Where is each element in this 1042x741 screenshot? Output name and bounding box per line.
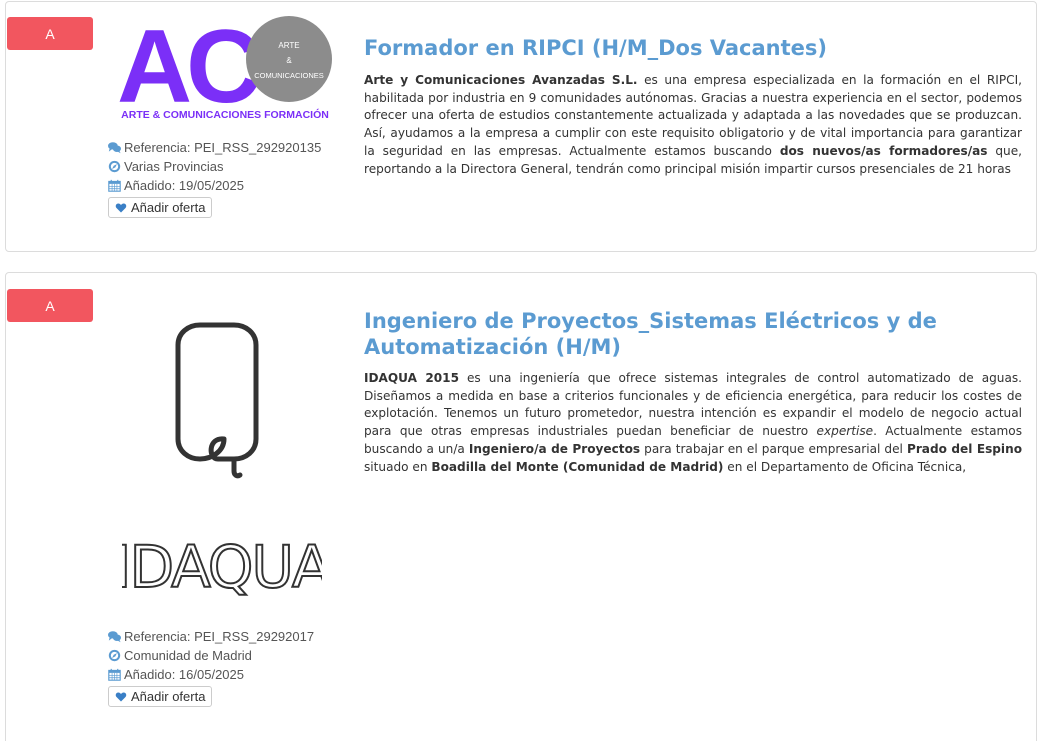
offer-title[interactable]: Ingeniero de Proyectos_Sistemas Eléctric… xyxy=(364,308,1024,360)
company-logo[interactable]: AC ARTE & COMUNICACIONES ARTE & COMUNICA… xyxy=(115,9,337,125)
offer-location: Varias Provincias xyxy=(124,159,224,174)
logo-circle-line-1: ARTE xyxy=(278,41,299,50)
offer-title[interactable]: Formador en RIPCI (H/M_Dos Vacantes) xyxy=(364,35,1024,61)
description-segment: IDAQUA 2015 xyxy=(364,371,459,385)
description-segment: Boadilla del Monte (Comunidad de Madrid) xyxy=(431,459,724,474)
comments-icon xyxy=(108,631,121,643)
offer-date: Añadido: 16/05/2025 xyxy=(124,667,244,682)
description-segment: Arte y Comunicaciones Avanzadas S.L. xyxy=(364,73,638,87)
calendar-icon xyxy=(108,179,121,192)
add-offer-label: Añadir oferta xyxy=(131,200,206,215)
offer-reference: Referencia: PEI_RSS_29292017 xyxy=(124,629,315,644)
heart-icon xyxy=(115,203,127,212)
offer-description: Arte y Comunicaciones Avanzadas S.L. es … xyxy=(364,72,1022,178)
logo-circle-line-3: COMUNICACIONES xyxy=(254,71,324,80)
add-offer-button[interactable]: Añadir oferta xyxy=(108,197,213,218)
offer-description: IDAQUA 2015 es una ingeniería que ofrece… xyxy=(364,370,1022,476)
offer-reference: Referencia: PEI_RSS_292920135 xyxy=(124,140,322,155)
offer-meta: Referencia: PEI_RSS_292920135 Varias Pro… xyxy=(108,138,321,218)
calendar-icon xyxy=(108,668,121,681)
comments-icon xyxy=(108,142,121,154)
description-segment: en el Departamento de Oficina Técnica, xyxy=(723,459,967,474)
description-segment: para trabajar en el parque empresarial d… xyxy=(640,441,907,456)
offer-badge: A xyxy=(7,17,93,50)
job-offer-card: A IDAQUA Referencia: PEI_RSS_29292017 Co… xyxy=(5,272,1037,741)
logo-tagline: ARTE & COMUNICACIONES FORMACIÓN xyxy=(121,108,329,121)
offer-meta: Referencia: PEI_RSS_29292017 Comunidad d… xyxy=(108,627,314,707)
company-logo[interactable]: IDAQUA xyxy=(113,319,335,602)
logo-circle-line-2: & xyxy=(286,56,292,65)
offer-badge: A xyxy=(7,289,93,322)
offer-date: Añadido: 19/05/2025 xyxy=(124,178,244,193)
description-segment: Ingeniero/a de Proyectos xyxy=(468,441,641,456)
description-segment: dos nuevos/as formadores/as xyxy=(779,143,988,158)
compass-icon xyxy=(108,649,121,662)
logo-wordmark: IDAQUA xyxy=(122,533,322,597)
add-offer-label: Añadir oferta xyxy=(131,689,206,704)
description-segment: Prado del Espino xyxy=(906,441,1022,456)
add-offer-button[interactable]: Añadir oferta xyxy=(108,686,213,707)
compass-icon xyxy=(108,160,121,173)
offer-location: Comunidad de Madrid xyxy=(124,648,252,663)
description-segment: situado en xyxy=(364,459,432,474)
logo-q-mark xyxy=(175,322,259,479)
description-segment: expertise xyxy=(816,424,874,439)
job-offer-card: A AC ARTE & COMUNICACIONES ARTE & COMUNI… xyxy=(5,1,1037,252)
logo-letters: AC xyxy=(117,14,259,124)
heart-icon xyxy=(115,692,127,701)
